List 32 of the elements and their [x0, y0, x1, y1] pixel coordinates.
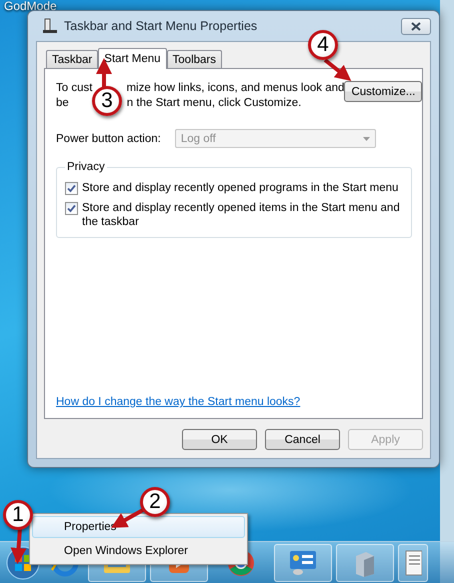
window-title: Taskbar and Start Menu Properties — [64, 19, 258, 33]
annotation-arrow — [10, 528, 27, 564]
step-number: 2 — [140, 487, 170, 517]
close-button[interactable] — [401, 18, 431, 34]
checkbox-label: Store and display recently opened programs in the Start menu — [82, 181, 398, 195]
tab[interactable]: Start Menu — [98, 48, 167, 69]
document-icon[interactable] — [404, 548, 422, 576]
checkmark-icon — [67, 184, 76, 193]
customize-button[interactable]: Customize... — [344, 81, 422, 102]
checkmark-icon — [67, 204, 76, 213]
field-label: Power button action: — [56, 132, 161, 144]
taskbar-icon — [42, 18, 58, 34]
close-icon — [411, 22, 421, 30]
annotation-arrow — [324, 58, 352, 81]
control-panel-icon[interactable] — [288, 548, 318, 576]
description-text: be — [56, 96, 69, 110]
dialog-button[interactable]: OK — [182, 429, 257, 450]
checkbox[interactable] — [65, 202, 78, 215]
tab[interactable]: Taskbar — [46, 50, 98, 68]
tab[interactable]: Toolbars — [166, 50, 222, 68]
menu-item[interactable]: Properties — [32, 516, 245, 538]
menu-item[interactable]: Open Windows Explorer — [32, 540, 245, 562]
description-text: n the Start menu, click Customize. — [126, 96, 302, 110]
group-title: Privacy — [66, 161, 106, 173]
step-number: 1 — [3, 500, 33, 530]
checkbox-label: Store and display recently opened items in the Start menu and the taskbar — [82, 201, 401, 229]
dialog-button[interactable]: Cancel — [265, 429, 340, 450]
caret-icon — [362, 136, 370, 140]
help-link[interactable]: How do I change the way the Start menu looks? — [56, 396, 412, 408]
description-text: To cust — [56, 81, 92, 95]
description-text: mize how links, icons, and menus look and — [126, 81, 344, 95]
checkbox[interactable] — [65, 182, 78, 195]
